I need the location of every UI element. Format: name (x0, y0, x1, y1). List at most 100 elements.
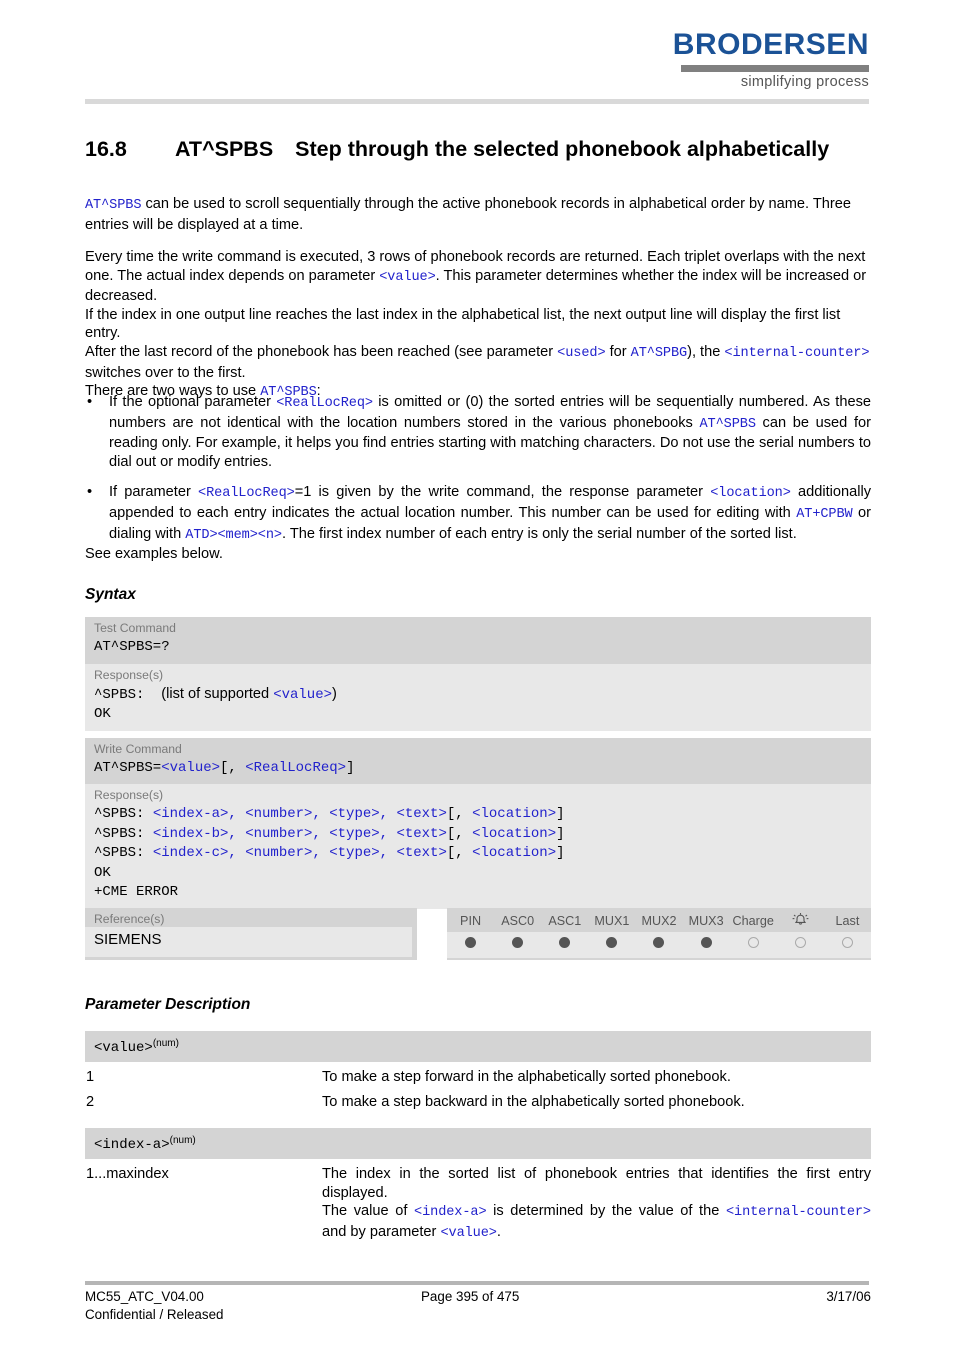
usage-bullet-list: • If the optional parameter <RealLocReq> … (85, 393, 871, 557)
capability-table: PIN ASC0 ASC1 MUX1 MUX2 MUX3 Charge Last (447, 908, 871, 958)
footer-classification: Confidential / Released (85, 1307, 224, 1322)
write-response-code: ^SPBS: <index-a>, <number>, <type>, <tex… (85, 804, 871, 909)
inline-code: AT^SPBS (85, 198, 142, 213)
hollow-dot-icon (794, 937, 806, 948)
inline-code: <index-c>, <number>, <type>, <text> (152, 845, 447, 861)
paragraph-text: switches over to the first. (85, 364, 246, 381)
capability-state-last (823, 932, 871, 958)
test-response-code: ^SPBS: (list of supported <value>) OK (85, 684, 871, 731)
inline-code: <value> (161, 759, 221, 776)
response-text: [, (446, 806, 473, 822)
capability-header-charge: Charge (732, 914, 774, 928)
paragraph-text: If parameter (109, 484, 199, 501)
test-command-code: AT^SPBS=? (94, 639, 170, 655)
intro-paragraph-2: Every time the write command is executed… (85, 248, 871, 306)
paragraph-text: The value of (322, 1203, 415, 1220)
filled-dot-icon (559, 937, 571, 948)
inline-code: <internal-counter> (724, 345, 870, 361)
response-text: ] (556, 806, 565, 822)
inline-code: <location> (472, 845, 557, 861)
response-line: ^SPBS: <index-a>, <number>, <type>, <tex… (94, 806, 565, 822)
section-title-text: Step through the selected phonebook alph… (295, 137, 830, 161)
page-title: 16.8 AT^SPBS Step through the selected pho… (85, 137, 885, 162)
capability-block: PIN ASC0 ASC1 MUX1 MUX2 MUX3 Charge Last (447, 908, 871, 960)
inline-code: <RealLocReq> (198, 486, 295, 502)
paragraph-text: =1 is given by the write command, the re… (294, 484, 711, 501)
response-text: ] (556, 825, 565, 842)
paragraph-text: If the optional parameter (109, 394, 277, 410)
parameter-name-header: <index-a>(num) (85, 1128, 871, 1159)
document-page: BRODERSEN simplifying process 16.8 AT^SPB… (0, 0, 954, 1351)
capability-state-pin (447, 932, 495, 958)
parameter-type: (num) (169, 1135, 196, 1146)
parameter-value-key: 1...maxindex (86, 1166, 169, 1182)
bullet-marker: • (87, 484, 93, 501)
reference-row: Reference(s) SIEMENS PIN ASC0 ASC1 MUX1 … (85, 908, 871, 960)
parameter-table-value: <value>(num) 1 To make a step forward in… (85, 1031, 871, 1111)
paragraph-text: . The first index number of each entry i… (281, 525, 797, 542)
brand-tagline: simplifying process (740, 74, 869, 90)
capability-header-last: Last (835, 914, 860, 928)
intro-paragraph-group: Every time the write command is executed… (85, 248, 871, 403)
parameter-value-desc: To make a step forward in the alphabetic… (322, 1069, 731, 1085)
command-text: ] (346, 759, 355, 776)
capability-state-row (447, 932, 871, 958)
capability-header-row: PIN ASC0 ASC1 MUX1 MUX2 MUX3 Charge Last (447, 908, 871, 932)
inline-code: <used> (557, 345, 606, 361)
inline-code: <value> (440, 1225, 497, 1241)
response-text: ] (556, 845, 565, 861)
list-item: • If parameter <RealLocReq>=1 is given by… (85, 483, 871, 545)
hollow-dot-icon (841, 937, 853, 948)
inline-code: AT^SPBG (630, 345, 688, 361)
command-prefix: AT^SPBS= (94, 759, 162, 776)
capability-state-charge (729, 932, 777, 958)
test-response-label: Response(s) (94, 667, 164, 682)
see-examples-text: See examples below. (85, 546, 223, 562)
capability-header-mux2: MUX2 (641, 914, 677, 928)
capability-state-alarm (776, 932, 824, 958)
footer-row-top: MC55_ATC_V04.00 Page 395 of 475 3/17/06 (85, 1288, 871, 1306)
paragraph-text: ), the (687, 343, 725, 360)
list-item: • If the optional parameter <RealLocReq> … (85, 393, 871, 471)
inline-code: <internal-counter> (725, 1205, 871, 1221)
footer-row-bottom: Confidential / Released (85, 1306, 871, 1324)
parameter-table-index-a: <index-a>(num) 1...maxindex The index in… (85, 1128, 871, 1243)
response-text: [, (446, 845, 473, 861)
response-text: (list of supported (161, 685, 274, 702)
filled-dot-icon (465, 937, 477, 948)
reference-label: Reference(s) (94, 912, 165, 926)
section-number: 16.8 (85, 137, 127, 161)
write-response-label: Response(s) (94, 788, 164, 802)
inline-code: ATD><mem><n> (185, 527, 282, 543)
filled-dot-icon (512, 937, 524, 948)
intro-paragraph-3: If the index in one output line reaches … (85, 306, 871, 343)
parameter-name-header: <value>(num) (85, 1031, 871, 1062)
write-command-code: AT^SPBS=<value>[, <RealLocReq>] (85, 758, 871, 785)
inline-code: AT^SPBS (699, 416, 756, 432)
filled-dot-icon (700, 937, 712, 948)
bullet-marker: • (87, 394, 93, 410)
parameter-name: <value> (94, 1040, 153, 1056)
capability-header-asc1: ASC1 (548, 914, 582, 928)
paragraph-text: After the last record of the phonebook h… (85, 343, 558, 360)
inline-code: <RealLocReq> (276, 396, 373, 411)
footer-divider (85, 1281, 869, 1285)
inline-code: <RealLocReq> (245, 759, 347, 776)
section-command: AT^SPBS (175, 137, 274, 161)
parameter-value-key: 2 (86, 1093, 95, 1110)
parameter-type: (num) (152, 1038, 179, 1049)
page-footer: MC55_ATC_V04.00 Page 395 of 475 3/17/06 … (85, 1288, 871, 1324)
parameter-description-heading: Parameter Description (85, 996, 251, 1013)
capability-header-mux1: MUX1 (594, 914, 630, 928)
response-prefix: ^SPBS: (94, 686, 145, 703)
filled-dot-icon (653, 937, 665, 948)
inline-code: <value> (273, 686, 332, 703)
parameter-value-key: 1 (86, 1069, 95, 1085)
write-command-block: Write Command AT^SPBS=<value>[, <RealLoc… (85, 737, 871, 785)
header-divider (85, 99, 869, 104)
response-line: ^SPBS: <index-c>, <number>, <type>, <tex… (94, 845, 565, 861)
inline-code: <location> (710, 486, 791, 502)
inline-code: <location> (472, 806, 557, 822)
capability-header-asc0: ASC0 (501, 914, 535, 928)
inline-code: <value> (379, 269, 436, 285)
